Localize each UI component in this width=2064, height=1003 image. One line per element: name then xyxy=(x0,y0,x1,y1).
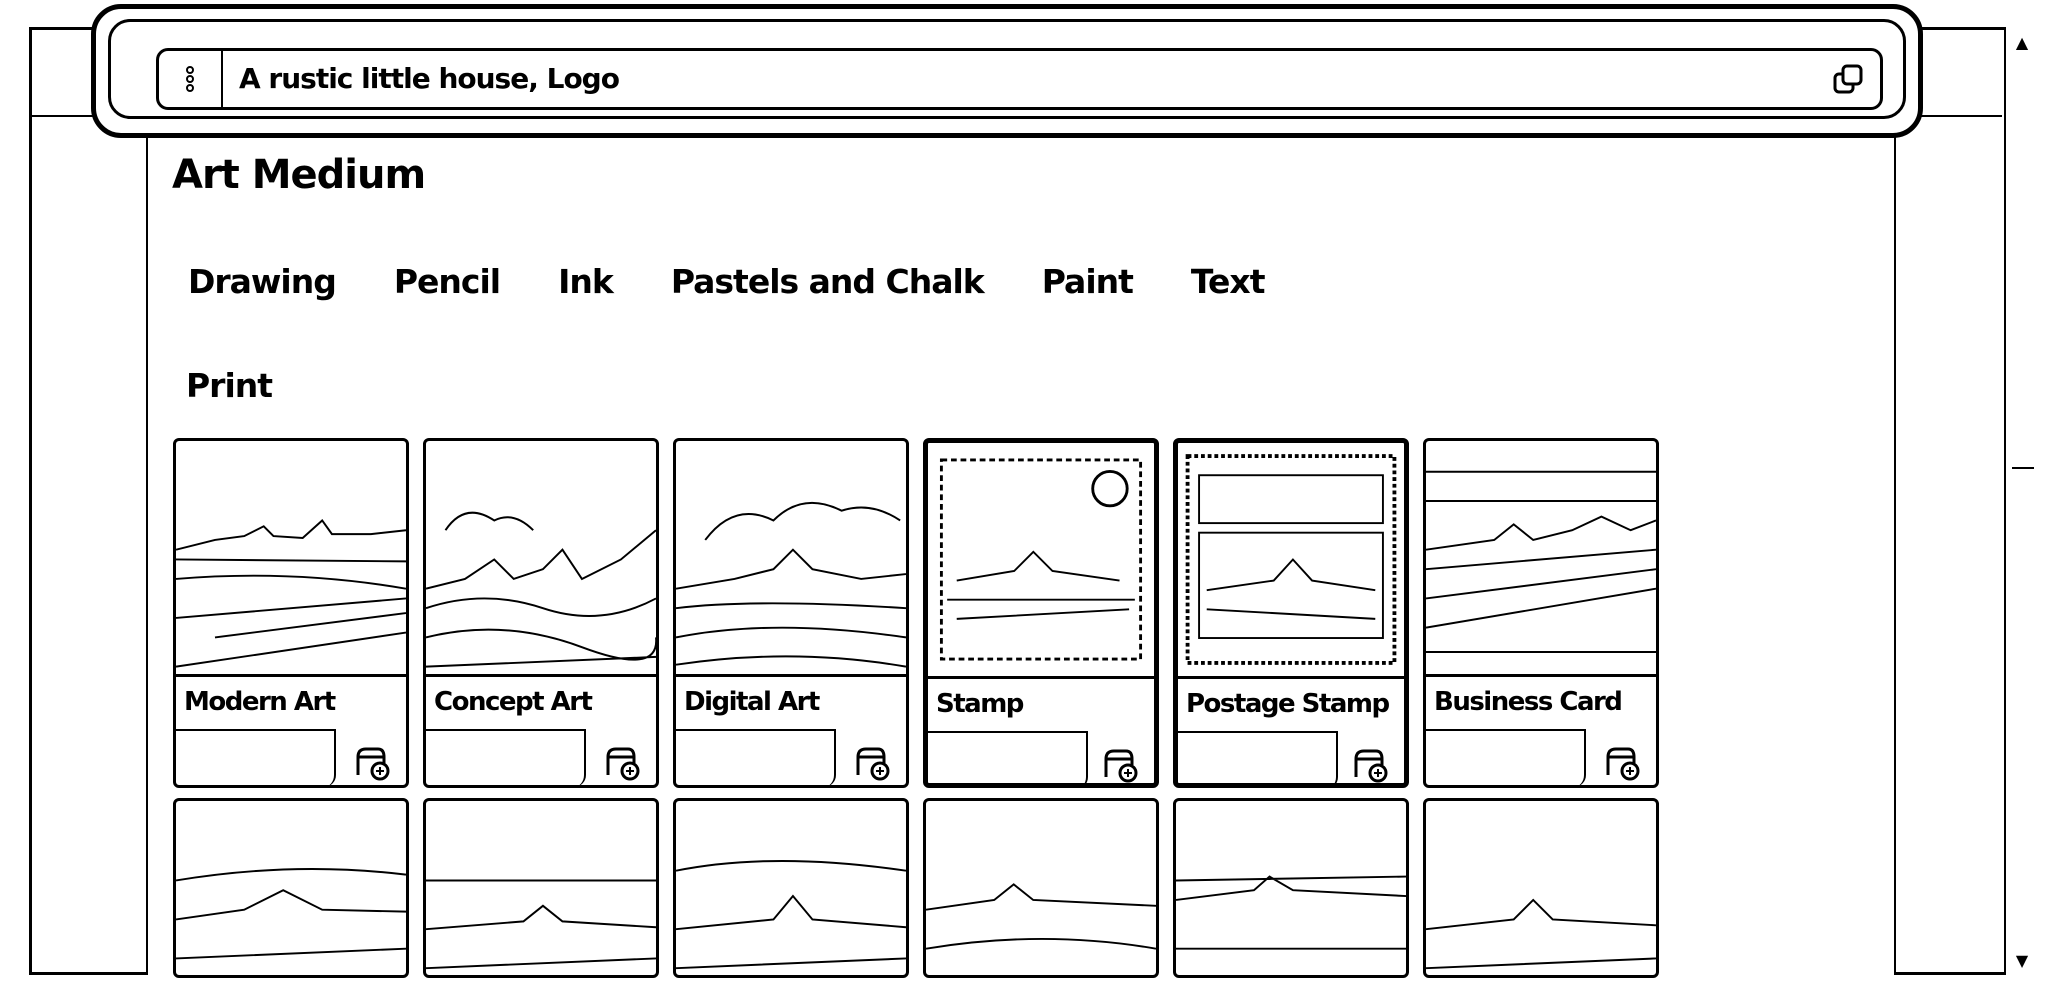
section-title: Art Medium xyxy=(172,152,426,198)
card-thumbnail xyxy=(426,801,656,975)
style-card-stamp[interactable]: Stamp xyxy=(923,438,1159,788)
prompt-bar: A rustic little house, Logo xyxy=(91,4,1923,138)
card-thumbnail xyxy=(1178,443,1404,679)
tab-print[interactable]: Print xyxy=(186,366,273,405)
style-card-modern-art[interactable]: Modern Art xyxy=(173,438,409,788)
add-to-prompt-icon[interactable] xyxy=(602,741,642,781)
style-card-digital-art[interactable]: Digital Art xyxy=(673,438,909,788)
card-footer xyxy=(1178,731,1338,783)
style-card-postage-stamp[interactable]: Postage Stamp xyxy=(1173,438,1409,788)
style-card-business-card[interactable]: Business Card xyxy=(1423,438,1659,788)
tab-ink[interactable]: Ink xyxy=(540,260,631,304)
card-label: Postage Stamp xyxy=(1186,689,1390,719)
style-card[interactable] xyxy=(423,798,659,978)
scroll-down-icon[interactable]: ▼ xyxy=(2006,945,2038,975)
card-footer xyxy=(176,729,336,785)
vertical-scrollbar[interactable]: ▲ ▼ xyxy=(2004,27,2038,975)
card-footer xyxy=(676,729,836,785)
card-thumbnail xyxy=(676,801,906,975)
card-thumbnail xyxy=(426,441,656,677)
card-footer xyxy=(1426,729,1586,785)
card-label: Modern Art xyxy=(184,687,336,717)
card-thumbnail xyxy=(1426,801,1656,975)
style-card[interactable] xyxy=(1173,798,1409,978)
tab-drawing[interactable]: Drawing xyxy=(170,260,354,304)
drag-handle-icon[interactable] xyxy=(159,51,223,107)
add-to-prompt-icon[interactable] xyxy=(1350,743,1390,783)
tab-pencil[interactable]: Pencil xyxy=(376,260,518,304)
scroll-up-icon[interactable]: ▲ xyxy=(2006,27,2038,57)
add-to-prompt-icon[interactable] xyxy=(1602,741,1642,781)
card-label: Stamp xyxy=(936,689,1024,719)
add-to-prompt-icon[interactable] xyxy=(352,741,392,781)
style-card[interactable] xyxy=(173,798,409,978)
card-label: Concept Art xyxy=(434,687,593,717)
tab-text[interactable]: Text xyxy=(1173,260,1283,304)
category-tabs: Drawing Pencil Ink Pastels and Chalk Pai… xyxy=(170,260,1304,304)
add-to-prompt-icon[interactable] xyxy=(852,741,892,781)
card-thumbnail xyxy=(176,441,406,677)
card-label: Digital Art xyxy=(684,687,820,717)
add-to-prompt-icon[interactable] xyxy=(1100,743,1140,783)
card-thumbnail xyxy=(1176,801,1406,975)
style-card[interactable] xyxy=(923,798,1159,978)
style-card-concept-art[interactable]: Concept Art xyxy=(423,438,659,788)
tab-paint[interactable]: Paint xyxy=(1024,260,1151,304)
tab-pastels-and-chalk[interactable]: Pastels and Chalk xyxy=(653,260,1002,304)
scroll-thumb[interactable] xyxy=(2012,467,2034,469)
style-card[interactable] xyxy=(673,798,909,978)
card-footer xyxy=(426,729,586,785)
card-thumbnail xyxy=(176,801,406,975)
prompt-bar-inner: A rustic little house, Logo xyxy=(108,19,1906,119)
prompt-text[interactable]: A rustic little house, Logo xyxy=(239,61,620,97)
card-thumbnail xyxy=(926,801,1156,975)
style-card[interactable] xyxy=(1423,798,1659,978)
card-thumbnail xyxy=(928,443,1154,679)
card-label: Business Card xyxy=(1434,687,1623,717)
copy-icon[interactable] xyxy=(1832,63,1866,97)
prompt-input[interactable]: A rustic little house, Logo xyxy=(156,48,1883,110)
card-thumbnail xyxy=(676,441,906,677)
card-thumbnail xyxy=(1426,441,1656,677)
card-footer xyxy=(928,731,1088,783)
